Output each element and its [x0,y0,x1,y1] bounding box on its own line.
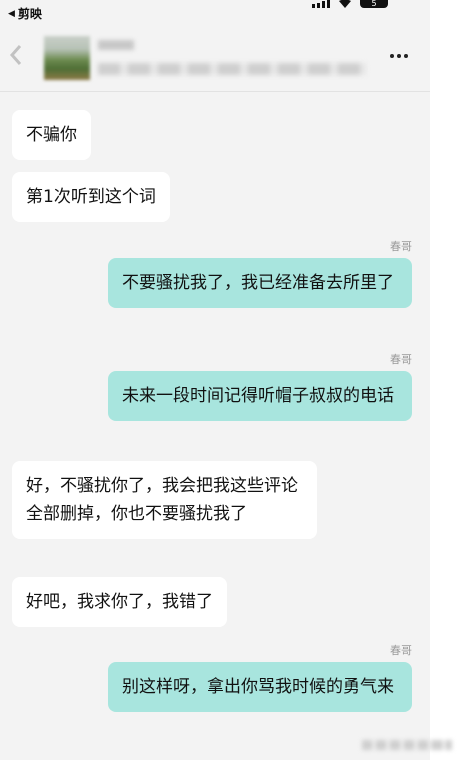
more-dot-icon [397,54,401,58]
battery-icon: 5 [360,0,388,8]
sender-name: 春哥 [390,644,412,657]
watermark-redacted [362,740,452,750]
contact-avatar[interactable] [44,36,90,80]
message-bubble-incoming[interactable]: 好，不骚扰你了，我会把我这些评论全部删掉，你也不要骚扰我了 [12,461,317,539]
message-text: 好吧，我求你了，我错了 [26,592,213,612]
message-text: 好，不骚扰你了，我会把我这些评论全部删掉，你也不要骚扰我了 [26,476,298,524]
back-chevron-icon[interactable] [6,40,28,70]
message-bubble-outgoing[interactable]: 未来一段时间记得听帽子叔叔的电话 [108,371,412,421]
sender-name: 春哥 [390,240,412,253]
cellular-signal-icon [312,0,330,8]
sender-name: 春哥 [390,353,412,366]
message-text: 第1次听到这个词 [26,187,156,207]
wifi-icon [339,0,351,8]
more-dot-icon [404,54,408,58]
message-bubble-incoming[interactable]: 第1次听到这个词 [12,172,170,222]
contact-name-redacted [98,40,134,50]
chat-screen: ◀ 剪映 5 不骗你 第1次听到这个词 春哥 不要骚扰我了，我已经准备去所里了 … [0,0,430,760]
message-text: 未来一段时间记得听帽子叔叔的电话 [122,386,394,406]
back-triangle-icon: ◀ [8,8,15,19]
back-app-label: 剪映 [17,7,42,21]
back-to-app-link[interactable]: ◀ 剪映 [8,5,42,22]
more-dot-icon [390,54,394,58]
contact-subtitle-redacted [98,63,366,75]
chat-header [0,24,430,92]
message-bubble-outgoing[interactable]: 不要骚扰我了，我已经准备去所里了 [108,258,412,308]
status-bar: ◀ 剪映 5 [0,0,430,24]
message-bubble-incoming[interactable]: 好吧，我求你了，我错了 [12,577,227,627]
message-text: 不要骚扰我了，我已经准备去所里了 [122,273,394,293]
battery-level: 5 [371,0,377,8]
message-text: 别这样呀，拿出你骂我时候的勇气来 [122,677,394,697]
page-margin [430,0,458,760]
more-options-button[interactable] [386,46,412,66]
system-status-icons: 5 [312,0,388,10]
message-text: 不骗你 [26,125,77,145]
message-bubble-incoming[interactable]: 不骗你 [12,110,91,160]
message-bubble-outgoing[interactable]: 别这样呀，拿出你骂我时候的勇气来 [108,662,412,712]
